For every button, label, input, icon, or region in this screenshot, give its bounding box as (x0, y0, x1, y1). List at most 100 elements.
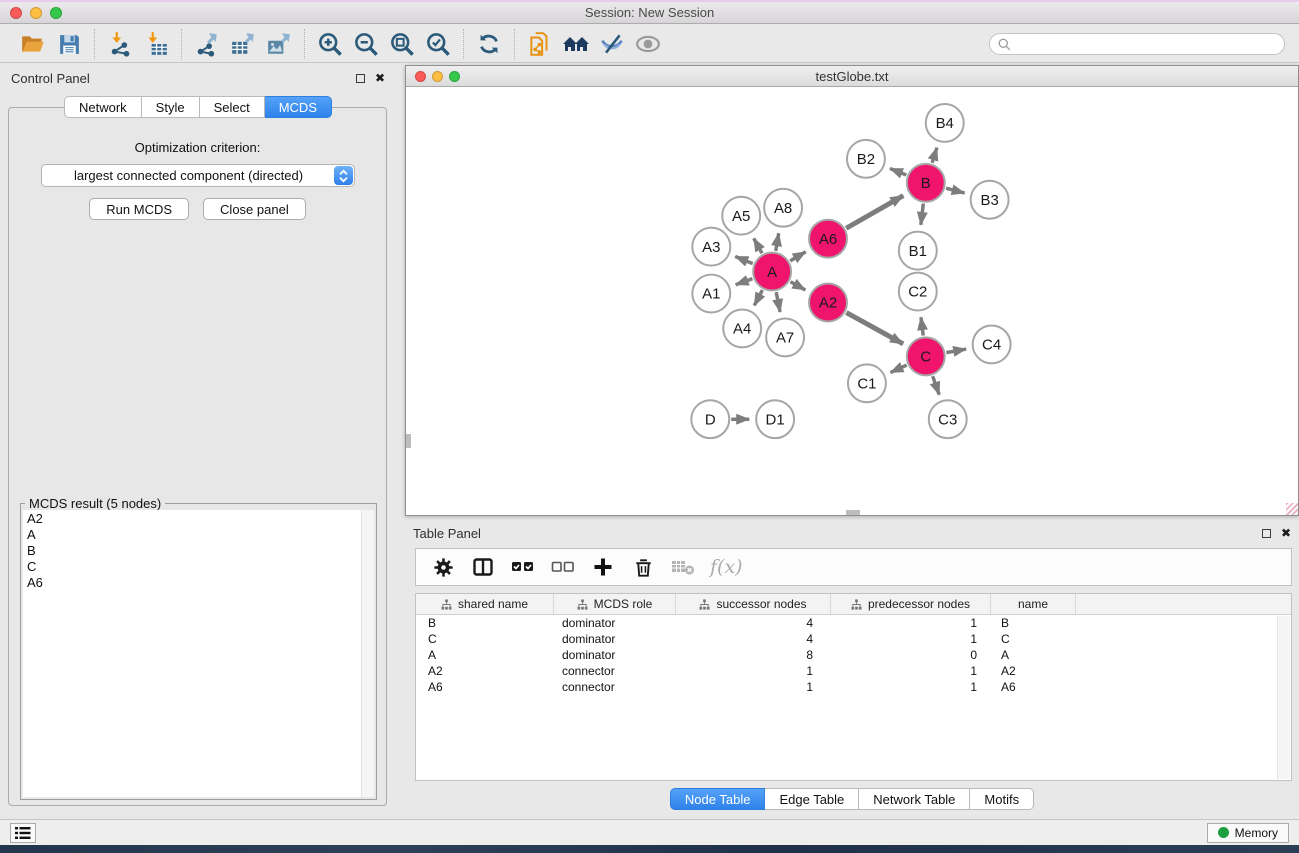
graph-edge-A-A7[interactable] (776, 292, 780, 312)
table-row[interactable]: A6connector11A6 (416, 679, 1291, 695)
zoom-in-icon[interactable] (315, 29, 345, 59)
graph-edge-C-C2[interactable] (921, 317, 923, 335)
table-cell[interactable]: A6 (416, 679, 554, 695)
graph-node-A1[interactable]: A1 (692, 275, 730, 313)
result-list-item[interactable]: A (23, 526, 374, 542)
memory-button[interactable]: Memory (1207, 823, 1289, 843)
zoom-out-icon[interactable] (351, 29, 381, 59)
save-session-icon[interactable] (54, 29, 84, 59)
close-panel-button[interactable]: Close panel (203, 198, 306, 220)
new-network-from-selection-icon[interactable] (525, 29, 555, 59)
table-row[interactable]: Cdominator41C (416, 631, 1291, 647)
table-cell[interactable]: A2 (416, 663, 554, 679)
network-minimize-button[interactable] (432, 71, 443, 82)
hubba-home-icon[interactable] (561, 29, 591, 59)
table-cell[interactable]: 1 (831, 615, 991, 631)
add-column-icon[interactable] (590, 554, 616, 580)
split-columns-icon[interactable] (470, 554, 496, 580)
graph-edge-B-B2[interactable] (890, 168, 906, 175)
graph-node-A4[interactable]: A4 (723, 309, 761, 347)
table-cell[interactable]: C (991, 631, 1076, 647)
tab-mcds[interactable]: MCDS (265, 96, 332, 118)
export-network-icon[interactable] (192, 29, 222, 59)
tab-network[interactable]: Network (64, 96, 142, 118)
graph-node-B1[interactable]: B1 (899, 232, 937, 270)
graph-node-A[interactable]: A (753, 253, 791, 291)
show-graphics-details-icon[interactable] (633, 29, 663, 59)
graph-node-C3[interactable]: C3 (929, 400, 967, 438)
zoom-window-button[interactable] (50, 7, 62, 19)
optimization-select[interactable]: largest connected component (directed) (41, 164, 355, 187)
result-list-item[interactable]: B (23, 542, 374, 558)
graph-edge-C-C4[interactable] (946, 349, 966, 353)
network-canvas[interactable]: AA6A2BCA5A8A3A1A4A7B2B4B3B1C2C4C1C3DD1 (406, 88, 1298, 515)
graph-node-A5[interactable]: A5 (722, 197, 760, 235)
column-header-MCDS-role[interactable]: MCDS role (554, 594, 676, 614)
table-cell[interactable]: dominator (554, 631, 676, 647)
table-cell[interactable]: 4 (676, 631, 831, 647)
graph-edge-A-A3[interactable] (735, 256, 752, 263)
column-header-shared-name[interactable]: shared name (416, 594, 554, 614)
table-cell[interactable]: dominator (554, 647, 676, 663)
tab-style[interactable]: Style (142, 96, 200, 118)
table-cell[interactable]: 0 (831, 647, 991, 663)
graph-node-A2[interactable]: A2 (809, 284, 847, 322)
zoom-fit-icon[interactable] (387, 29, 417, 59)
graph-edge-A-A5[interactable] (754, 238, 762, 253)
graph-node-C4[interactable]: C4 (973, 325, 1011, 363)
import-table-icon[interactable] (141, 29, 171, 59)
table-cell[interactable]: A2 (991, 663, 1076, 679)
graph-edge-B-B4[interactable] (932, 148, 937, 163)
table-cell[interactable]: A (416, 647, 554, 663)
graph-node-B3[interactable]: B3 (971, 181, 1009, 219)
graph-edge-A2-C[interactable] (846, 313, 903, 344)
graph-edge-C-C1[interactable] (891, 365, 907, 372)
table-cell[interactable]: A6 (991, 679, 1076, 695)
search-field[interactable] (989, 33, 1285, 55)
close-panel-icon[interactable]: ✖ (375, 72, 385, 84)
canvas-horizontal-scroll-nub[interactable] (846, 510, 860, 515)
import-network-icon[interactable] (105, 29, 135, 59)
window-resize-grip[interactable] (1286, 503, 1298, 515)
graph-node-B4[interactable]: B4 (926, 104, 964, 142)
graph-node-C2[interactable]: C2 (899, 273, 937, 311)
table-cell[interactable]: 8 (676, 647, 831, 663)
task-history-button[interactable] (10, 823, 36, 843)
mcds-result-list[interactable]: A2ABCA6 (23, 510, 374, 797)
open-session-icon[interactable] (18, 29, 48, 59)
zoom-selected-icon[interactable] (423, 29, 453, 59)
graph-node-A8[interactable]: A8 (764, 189, 802, 227)
graph-node-B2[interactable]: B2 (847, 140, 885, 178)
graph-node-D[interactable]: D (691, 400, 729, 438)
column-header-name[interactable]: name (991, 594, 1076, 614)
table-tab-node-table[interactable]: Node Table (670, 788, 766, 810)
network-graph[interactable]: AA6A2BCA5A8A3A1A4A7B2B4B3B1C2C4C1C3DD1 (406, 88, 1298, 515)
graph-edge-B-B1[interactable] (921, 204, 924, 225)
table-tab-edge-table[interactable]: Edge Table (765, 788, 859, 810)
graph-edge-A-A4[interactable] (754, 290, 762, 305)
table-cell[interactable]: connector (554, 679, 676, 695)
table-scrollbar[interactable] (1277, 616, 1290, 779)
export-table-icon[interactable] (228, 29, 258, 59)
result-list-item[interactable]: C (23, 558, 374, 574)
table-row[interactable]: A2connector11A2 (416, 663, 1291, 679)
tab-select[interactable]: Select (200, 96, 265, 118)
graph-edge-A-A8[interactable] (776, 233, 779, 251)
search-input[interactable] (1016, 37, 1276, 51)
deselect-all-checks-icon[interactable] (550, 554, 576, 580)
result-list-item[interactable]: A6 (23, 574, 374, 590)
table-cell[interactable]: connector (554, 663, 676, 679)
table-row[interactable]: Adominator80A (416, 647, 1291, 663)
run-mcds-button[interactable]: Run MCDS (89, 198, 189, 220)
delete-columns-icon[interactable] (630, 554, 656, 580)
graph-edge-C-C3[interactable] (933, 376, 939, 395)
graph-edge-A-A2[interactable] (790, 282, 805, 290)
table-cell[interactable]: A (991, 647, 1076, 663)
select-all-checks-icon[interactable] (510, 554, 536, 580)
column-header-successor-nodes[interactable]: successor nodes (676, 594, 831, 614)
graph-node-C1[interactable]: C1 (848, 364, 886, 402)
graph-edge-B-B3[interactable] (946, 188, 965, 193)
table-close-panel-icon[interactable]: ✖ (1281, 527, 1291, 539)
canvas-vertical-scroll-nub[interactable] (406, 434, 411, 448)
table-float-panel-icon[interactable] (1262, 529, 1271, 538)
